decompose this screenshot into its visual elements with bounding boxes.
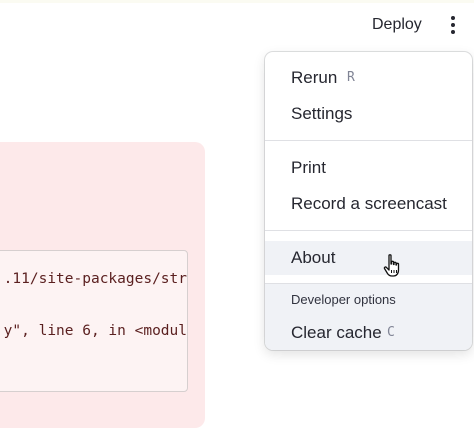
kebab-menu-icon[interactable] xyxy=(446,12,460,38)
traceback-code-block[interactable]: .11/site-packages/str y", line 6, in <mo… xyxy=(0,250,188,392)
kebab-dot xyxy=(451,23,455,27)
menu-item-label: Print xyxy=(291,158,326,177)
menu-item-settings[interactable]: Settings xyxy=(265,97,472,131)
menu-item-label: Settings xyxy=(291,104,353,123)
menu-item-about[interactable]: About xyxy=(265,241,472,275)
menu-item-clear-cache[interactable]: Clear cache C xyxy=(265,316,472,350)
top-decoration-bar xyxy=(0,0,474,3)
kebab-dot xyxy=(451,30,455,34)
menu-item-label: Rerun xyxy=(291,68,338,87)
menu-item-label: About xyxy=(291,248,336,267)
rerun-shortcut: R xyxy=(347,70,355,85)
menu-item-record-screencast[interactable]: Record a screencast xyxy=(265,187,472,221)
menu-item-label: Record a screencast xyxy=(291,194,447,213)
developer-options-label: Developer options xyxy=(291,292,396,307)
menu-item-print[interactable]: Print xyxy=(265,151,472,185)
deploy-button[interactable]: Deploy xyxy=(372,12,432,38)
main-menu-dropdown: Rerun R Settings Print Record a screenca… xyxy=(265,52,472,350)
traceback-line: y", line 6, in <modul xyxy=(3,323,187,339)
menu-item-rerun[interactable]: Rerun R xyxy=(265,61,472,95)
traceback-line: .11/site-packages/str xyxy=(3,271,187,287)
menu-divider xyxy=(265,230,472,231)
clear-cache-shortcut: C xyxy=(387,325,395,340)
menu-divider xyxy=(265,140,472,141)
menu-item-label: Clear cache xyxy=(291,323,382,342)
kebab-dot xyxy=(451,16,455,20)
hand-pointer-icon xyxy=(383,254,400,277)
